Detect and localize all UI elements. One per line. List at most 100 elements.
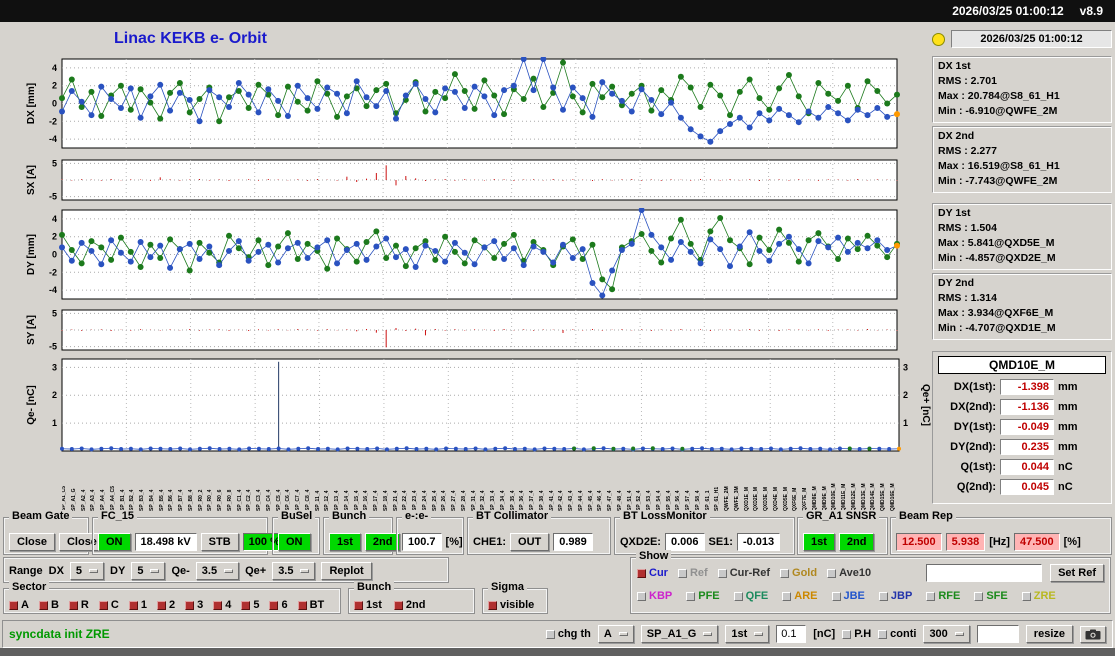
show-options-row-2: KBP PFE QFE ARE JBE — [631, 590, 1110, 602]
gra1-1st-button[interactable]: 1st — [803, 533, 835, 551]
sector-option-label: B — [51, 599, 59, 611]
aux-input[interactable] — [977, 625, 1019, 643]
show-option[interactable]: Ave10 — [827, 567, 871, 579]
sector-option[interactable]: B — [39, 599, 59, 611]
checkbox[interactable] — [718, 569, 727, 578]
sector-option[interactable]: 4 — [213, 599, 231, 611]
checkbox[interactable] — [99, 601, 108, 610]
checkbox[interactable] — [185, 601, 194, 610]
camera-icon — [1085, 629, 1101, 640]
checkbox[interactable] — [241, 601, 250, 610]
chg-th-option[interactable]: chg th — [546, 628, 591, 640]
range-dx-select[interactable]: 5 — [70, 562, 104, 580]
sector-option[interactable]: 5 — [241, 599, 259, 611]
bunch-option[interactable]: 1st — [354, 599, 382, 611]
checkbox[interactable] — [686, 592, 695, 601]
monitor-select[interactable]: SP_A1_G — [641, 625, 719, 643]
checkbox[interactable] — [157, 601, 166, 610]
bpm-label: SP_54_4 — [657, 453, 662, 511]
replot-button[interactable]: Replot — [321, 562, 371, 580]
checkbox[interactable] — [842, 630, 851, 639]
checkbox[interactable] — [780, 569, 789, 578]
show-option[interactable]: QFE — [734, 590, 769, 602]
bpm-label: QMD15E_M — [881, 453, 886, 511]
show-option[interactable]: RFE — [926, 590, 960, 602]
dropdown-indicator — [955, 632, 964, 636]
checkbox[interactable] — [926, 592, 935, 601]
bpm-label: QWFE_2M — [725, 453, 730, 511]
beam-gate-close-button-1[interactable]: Close — [9, 533, 55, 551]
checkbox[interactable] — [878, 630, 887, 639]
sector-option[interactable]: 3 — [185, 599, 203, 611]
show-option[interactable]: PFE — [686, 590, 719, 602]
range-qem-select[interactable]: 3.5 — [196, 562, 239, 580]
qmd-row-value: 0.044 — [1000, 459, 1054, 475]
resize-button[interactable]: resize — [1026, 625, 1073, 643]
checkbox[interactable] — [354, 601, 363, 610]
checkbox[interactable] — [69, 601, 78, 610]
interval-select[interactable]: 300 — [923, 625, 969, 643]
checkbox[interactable] — [298, 601, 307, 610]
checkbox[interactable] — [488, 601, 497, 610]
ph-option[interactable]: P.H — [842, 628, 871, 640]
checkbox[interactable] — [213, 601, 222, 610]
checkbox[interactable] — [129, 601, 138, 610]
show-option[interactable]: ZRE — [1022, 590, 1056, 602]
checkbox[interactable] — [827, 569, 836, 578]
show-option[interactable]: Ref — [678, 567, 708, 579]
sector-select[interactable]: A — [598, 625, 634, 643]
checkbox[interactable] — [9, 601, 18, 610]
fc15-on-button[interactable]: ON — [98, 533, 131, 551]
sigma-option[interactable]: visible — [488, 599, 534, 611]
show-option[interactable]: Cur-Ref — [718, 567, 770, 579]
range-group: Range DX 5 DY 5 Qe- 3.5 Qe+ 3.5 Replot — [3, 557, 449, 583]
sector-option[interactable]: R — [69, 599, 89, 611]
checkbox[interactable] — [39, 601, 48, 610]
checkbox[interactable] — [637, 569, 646, 578]
gra1-2nd-button[interactable]: 2nd — [839, 533, 875, 551]
show-option[interactable]: JBP — [879, 590, 912, 602]
che1-out-button[interactable]: OUT — [510, 533, 549, 551]
checkbox[interactable] — [678, 569, 687, 578]
conti-option[interactable]: conti — [878, 628, 916, 640]
bpm-label: SP_A2_4 — [82, 453, 87, 511]
checkbox[interactable] — [394, 601, 403, 610]
ref-name-input[interactable] — [926, 564, 1042, 582]
bunch-1st-button[interactable]: 1st — [329, 533, 361, 551]
show-option[interactable]: Cur — [637, 567, 668, 579]
bunch-select[interactable]: 1st — [725, 625, 769, 643]
bpm-label: SP_37_4 — [530, 453, 535, 511]
svg-text:2: 2 — [903, 390, 908, 400]
checkbox[interactable] — [974, 592, 983, 601]
checkbox[interactable] — [269, 601, 278, 610]
fc15-stb-button[interactable]: STB — [201, 533, 239, 551]
checkbox[interactable] — [546, 630, 555, 639]
sector-option[interactable]: 1 — [129, 599, 147, 611]
sector-option[interactable]: BT — [298, 599, 325, 611]
range-qep-select[interactable]: 3.5 — [272, 562, 315, 580]
checkbox[interactable] — [782, 592, 791, 601]
sector-option[interactable]: 2 — [157, 599, 175, 611]
show-option[interactable]: JBE — [832, 590, 865, 602]
range-dy-label: DY — [110, 565, 125, 577]
show-option[interactable]: KBP — [637, 590, 672, 602]
threshold-input[interactable] — [776, 625, 806, 643]
busel-on-button[interactable]: ON — [278, 533, 311, 551]
range-dy-select[interactable]: 5 — [131, 562, 165, 580]
snapshot-button[interactable] — [1080, 626, 1106, 643]
show-option[interactable]: ARE — [782, 590, 817, 602]
sector-option-label: C — [111, 599, 119, 611]
sector-option[interactable]: C — [99, 599, 119, 611]
checkbox[interactable] — [879, 592, 888, 601]
checkbox[interactable] — [832, 592, 841, 601]
checkbox[interactable] — [637, 592, 646, 601]
checkbox[interactable] — [734, 592, 743, 601]
set-ref-button[interactable]: Set Ref — [1050, 564, 1104, 582]
bpm-label: SP_A1_C5 — [62, 453, 67, 511]
show-option[interactable]: SFE — [974, 590, 1007, 602]
sector-option[interactable]: A — [9, 599, 29, 611]
show-option[interactable]: Gold — [780, 567, 817, 579]
sector-option[interactable]: 6 — [269, 599, 287, 611]
bunch-option[interactable]: 2nd — [394, 599, 426, 611]
checkbox[interactable] — [1022, 592, 1031, 601]
